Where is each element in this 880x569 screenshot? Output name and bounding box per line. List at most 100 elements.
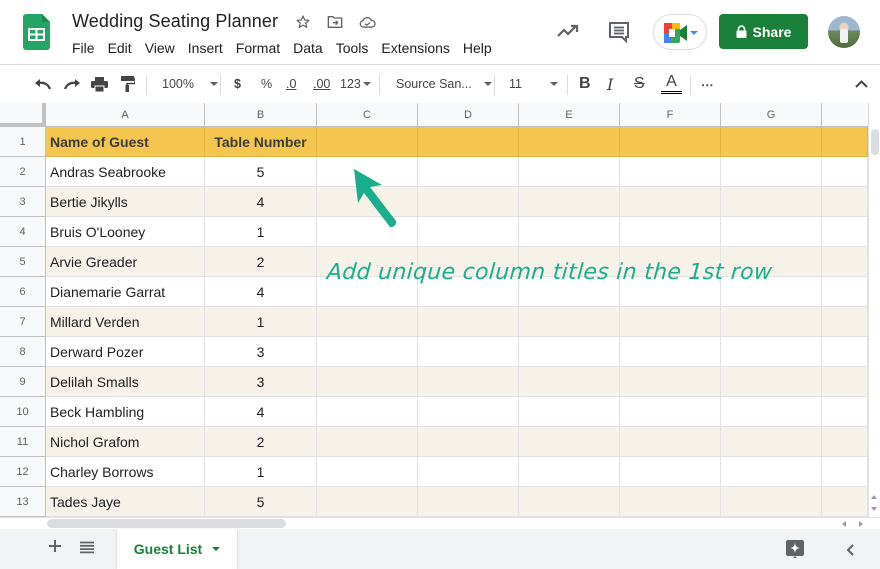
cell-e12[interactable]	[519, 457, 620, 487]
cell-h13[interactable]	[822, 487, 868, 517]
cell-c8[interactable]	[317, 337, 418, 367]
cell-h2[interactable]	[822, 157, 868, 187]
cell-g12[interactable]	[721, 457, 822, 487]
menu-data[interactable]: Data	[293, 40, 323, 56]
cell-f10[interactable]	[620, 397, 721, 427]
cell-a8[interactable]: Derward Pozer	[46, 337, 205, 367]
cell-c10[interactable]	[317, 397, 418, 427]
cell-d13[interactable]	[418, 487, 519, 517]
row-number[interactable]: 1	[0, 127, 46, 157]
cell-a13[interactable]: Tades Jaye	[46, 487, 205, 517]
menu-tools[interactable]: Tools	[336, 40, 369, 56]
user-avatar[interactable]	[828, 16, 860, 48]
cell-b12[interactable]: 1	[205, 457, 317, 487]
cloud-saved-icon[interactable]	[356, 12, 378, 32]
cell-h6[interactable]	[822, 277, 868, 307]
cell-f3[interactable]	[620, 187, 721, 217]
cell-d4[interactable]	[418, 217, 519, 247]
scroll-right-arrow-icon[interactable]	[859, 521, 863, 527]
cell-b2[interactable]: 5	[205, 157, 317, 187]
cell-h12[interactable]	[822, 457, 868, 487]
cell-b3[interactable]: 4	[205, 187, 317, 217]
cell-e7[interactable]	[519, 307, 620, 337]
font-family-select[interactable]: Source San...	[396, 65, 492, 103]
vertical-scrollbar[interactable]	[868, 103, 880, 517]
strikethrough-button[interactable]: S	[634, 65, 645, 103]
cell-d3[interactable]	[418, 187, 519, 217]
cell-b11[interactable]: 2	[205, 427, 317, 457]
vertical-scroll-thumb[interactable]	[871, 129, 879, 155]
cell-g11[interactable]	[721, 427, 822, 457]
document-title[interactable]: Wedding Seating Planner	[72, 11, 278, 32]
cell-c1[interactable]	[317, 127, 418, 157]
add-sheet-button[interactable]	[48, 539, 64, 555]
menu-insert[interactable]: Insert	[188, 40, 223, 56]
cell-a11[interactable]: Nichol Grafom	[46, 427, 205, 457]
number-format-select[interactable]: 123	[340, 65, 371, 103]
horizontal-scrollbar[interactable]	[0, 517, 880, 529]
meet-button[interactable]	[653, 14, 707, 50]
cell-e11[interactable]	[519, 427, 620, 457]
undo-button[interactable]	[34, 65, 52, 103]
cell-g8[interactable]	[721, 337, 822, 367]
column-header-a[interactable]: A	[46, 103, 205, 127]
cell-f9[interactable]	[620, 367, 721, 397]
decrease-decimal-button[interactable]: .0	[286, 65, 296, 103]
select-all-corner[interactable]	[0, 103, 46, 127]
cell-b9[interactable]: 3	[205, 367, 317, 397]
menu-file[interactable]: File	[72, 40, 95, 56]
comment-history-icon[interactable]	[608, 21, 630, 43]
column-header-h[interactable]	[822, 103, 868, 127]
cell-h9[interactable]	[822, 367, 868, 397]
cell-h4[interactable]	[822, 217, 868, 247]
cell-a6[interactable]: Dianemarie Garrat	[46, 277, 205, 307]
cell-b6[interactable]: 4	[205, 277, 317, 307]
cell-a3[interactable]: Bertie Jikylls	[46, 187, 205, 217]
menu-extensions[interactable]: Extensions	[381, 40, 449, 56]
cell-d9[interactable]	[418, 367, 519, 397]
cell-h8[interactable]	[822, 337, 868, 367]
scroll-up-arrow-icon[interactable]	[871, 495, 877, 499]
cell-a7[interactable]: Millard Verden	[46, 307, 205, 337]
cell-h5[interactable]	[822, 247, 868, 277]
scroll-left-arrow-icon[interactable]	[842, 521, 846, 527]
cell-h10[interactable]	[822, 397, 868, 427]
column-header-d[interactable]: D	[418, 103, 519, 127]
cell-f8[interactable]	[620, 337, 721, 367]
row-number[interactable]: 4	[0, 217, 46, 247]
cell-h7[interactable]	[822, 307, 868, 337]
cell-g2[interactable]	[721, 157, 822, 187]
cell-b4[interactable]: 1	[205, 217, 317, 247]
cell-b5[interactable]: 2	[205, 247, 317, 277]
menu-help[interactable]: Help	[463, 40, 492, 56]
cell-e8[interactable]	[519, 337, 620, 367]
menu-edit[interactable]: Edit	[108, 40, 132, 56]
cell-d11[interactable]	[418, 427, 519, 457]
cell-g3[interactable]	[721, 187, 822, 217]
more-options-button[interactable]: ⋯	[701, 65, 715, 103]
cell-b1[interactable]: Table Number	[205, 127, 317, 157]
cell-b8[interactable]: 3	[205, 337, 317, 367]
sheets-logo-icon[interactable]	[23, 14, 50, 50]
cell-f4[interactable]	[620, 217, 721, 247]
text-color-button[interactable]: A	[661, 65, 682, 103]
star-icon[interactable]	[292, 12, 314, 32]
cell-a12[interactable]: Charley Borrows	[46, 457, 205, 487]
cell-c13[interactable]	[317, 487, 418, 517]
row-number[interactable]: 2	[0, 157, 46, 187]
cell-c9[interactable]	[317, 367, 418, 397]
cell-b7[interactable]: 1	[205, 307, 317, 337]
row-number[interactable]: 5	[0, 247, 46, 277]
cell-h1[interactable]	[822, 127, 868, 157]
menu-view[interactable]: View	[145, 40, 175, 56]
cell-d7[interactable]	[418, 307, 519, 337]
explore-button[interactable]	[786, 540, 804, 558]
cell-e1[interactable]	[519, 127, 620, 157]
cell-g13[interactable]	[721, 487, 822, 517]
share-button[interactable]: Share	[719, 14, 808, 49]
row-number[interactable]: 9	[0, 367, 46, 397]
cell-d1[interactable]	[418, 127, 519, 157]
cell-h3[interactable]	[822, 187, 868, 217]
font-size-select[interactable]: 11	[509, 65, 558, 103]
cell-g9[interactable]	[721, 367, 822, 397]
